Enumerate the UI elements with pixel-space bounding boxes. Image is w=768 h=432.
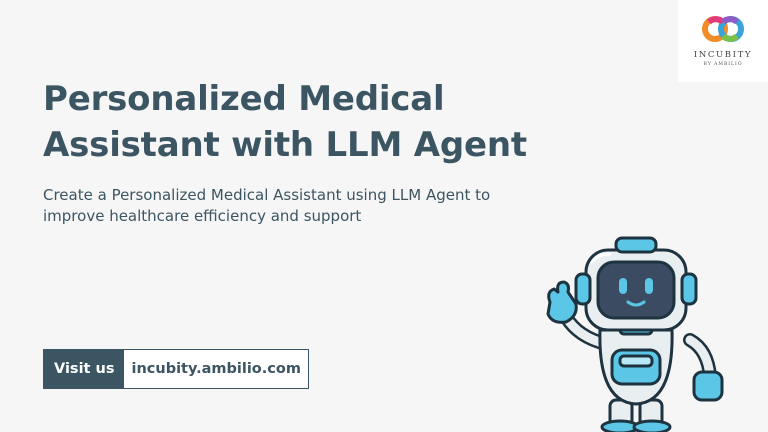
page-title: Personalized Medical Assistant with LLM … — [43, 79, 527, 165]
logo-wordmark: INCUBITY — [693, 50, 753, 60]
infinity-logo-icon — [702, 16, 744, 42]
website-url[interactable]: incubity.ambilio.com — [124, 350, 308, 388]
page-subtitle: Create a Personalized Medical Assistant … — [43, 186, 491, 225]
brand-logo: INCUBITY BY AMBILIO — [678, 0, 768, 82]
visit-us-link[interactable]: Visit us incubity.ambilio.com — [43, 349, 309, 389]
robot-mascot-waving-icon — [546, 236, 724, 432]
logo-tagline: BY AMBILIO — [703, 62, 743, 67]
visit-us-label: Visit us — [44, 350, 125, 388]
